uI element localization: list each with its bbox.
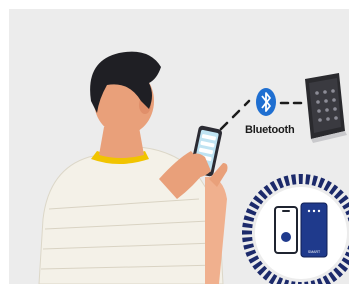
arm-right bbox=[205, 176, 227, 284]
image-frame: SMART Bluetooth bbox=[0, 0, 358, 293]
illustration-canvas: SMART Bluetooth bbox=[9, 9, 349, 284]
keypad-icon bbox=[305, 73, 347, 143]
person-figure bbox=[38, 51, 228, 284]
credential-badge: SMART bbox=[242, 174, 349, 284]
illustration-svg: SMART bbox=[38, 51, 349, 284]
badge-text: SMART bbox=[308, 250, 321, 254]
bluetooth-label: Bluetooth bbox=[245, 124, 295, 136]
phone-icon bbox=[274, 206, 298, 254]
card-icon: SMART bbox=[300, 202, 328, 258]
bluetooth-icon bbox=[256, 88, 276, 116]
